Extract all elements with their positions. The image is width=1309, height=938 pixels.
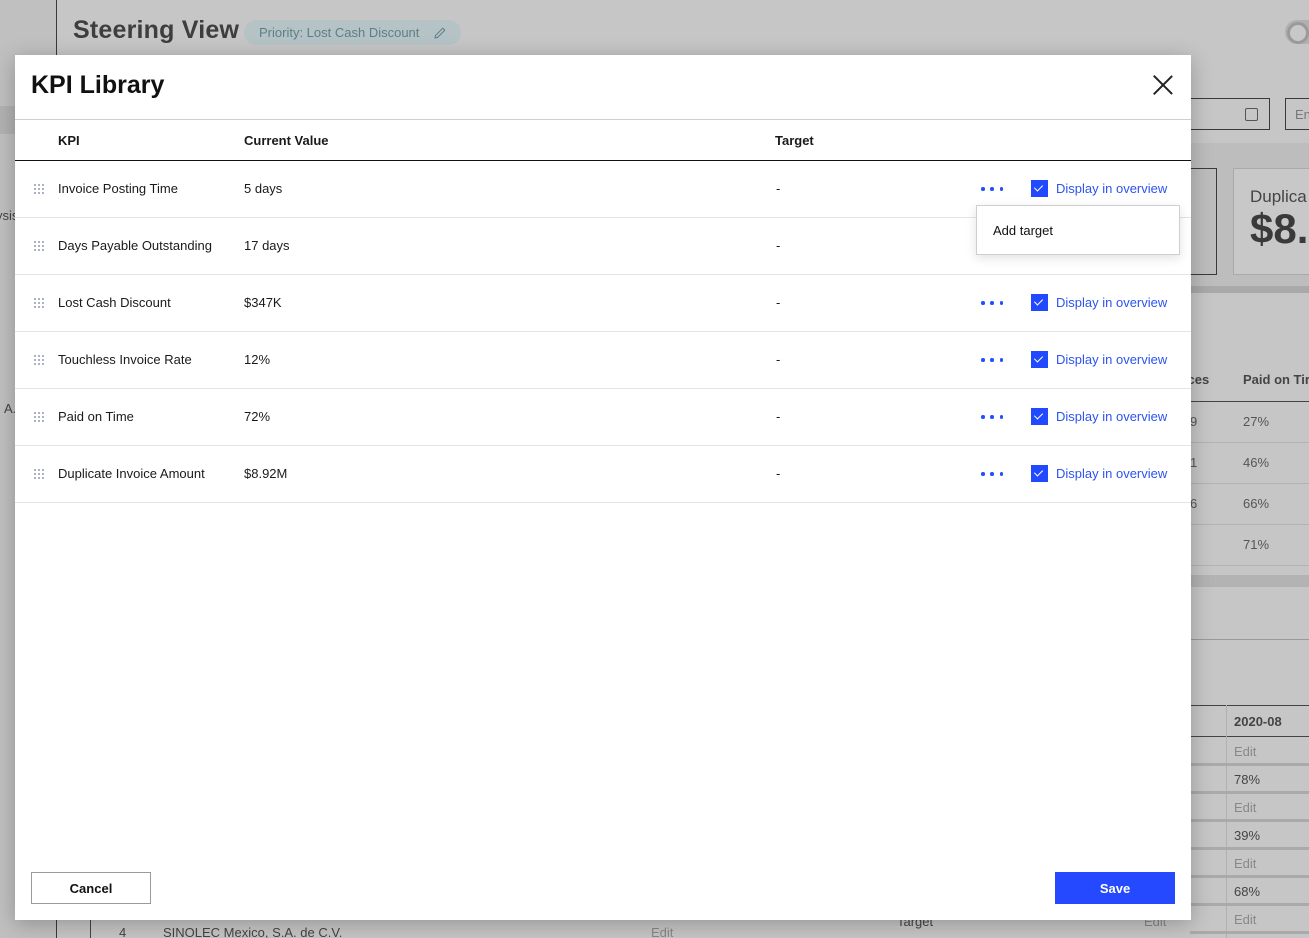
kpi-library-modal: KPI Library KPI Current Value Target Inv…	[15, 55, 1191, 920]
kpi-current-value: $8.92M	[244, 466, 288, 481]
cancel-button[interactable]: Cancel	[31, 872, 151, 904]
drag-handle-icon[interactable]	[34, 241, 44, 252]
kpi-row: Paid on Time 72% - Display in overview	[15, 389, 1191, 446]
column-header-kpi: KPI	[58, 133, 80, 148]
kpi-current-value: $347K	[244, 295, 282, 310]
priority-chip-label: Priority: Lost Cash Discount	[259, 25, 420, 40]
row-actions-menu: Add target	[976, 205, 1180, 255]
background-month-cell: 78%	[1190, 766, 1309, 794]
edit-link[interactable]: Edit	[1234, 856, 1256, 871]
background-cell: 27%	[1243, 414, 1270, 429]
close-icon[interactable]	[1153, 75, 1173, 95]
drag-handle-icon[interactable]	[34, 355, 44, 366]
display-in-overview-label[interactable]: Display in overview	[1056, 409, 1167, 424]
edit-link[interactable]: Edit	[1234, 800, 1256, 815]
background-vendor-row: 4 SINOLEC Mexico, S.A. de C.V. Edit Targ…	[90, 914, 1309, 938]
pencil-icon[interactable]	[433, 26, 447, 40]
more-options-icon[interactable]	[981, 466, 1003, 482]
drag-handle-icon[interactable]	[34, 412, 44, 423]
kpi-target: -	[776, 295, 781, 310]
kpi-target: -	[776, 409, 781, 424]
row-index: 4	[119, 925, 127, 938]
kpi-current-value: 12%	[244, 352, 271, 367]
kpi-row: Lost Cash Discount $347K - Display in overv…	[15, 275, 1191, 332]
background-month-cell[interactable]: Edit	[1190, 850, 1309, 878]
month-value: 78%	[1234, 772, 1261, 787]
kpi-name: Days Payable Outstanding	[58, 238, 212, 253]
more-options-icon[interactable]	[981, 352, 1003, 368]
drag-handle-icon[interactable]	[34, 184, 44, 195]
background-month-cell[interactable]: Edit	[1190, 738, 1309, 766]
kpi-target: -	[776, 466, 781, 481]
display-in-overview-checkbox[interactable]	[1031, 294, 1048, 311]
column-header-current-value: Current Value	[244, 133, 329, 148]
kpi-name: Touchless Invoice Rate	[58, 352, 192, 367]
drag-handle-icon[interactable]	[34, 298, 44, 309]
kpi-current-value: 5 days	[244, 181, 283, 196]
background-end-field[interactable]: En	[1285, 98, 1309, 130]
kpi-current-value: 72%	[244, 409, 271, 424]
kpi-row: Duplicate Invoice Amount $8.92M - Display i…	[15, 446, 1191, 503]
kpi-target: -	[776, 352, 781, 367]
kpi-card-label: Duplica	[1250, 187, 1307, 206]
background-cell: 6	[1190, 496, 1198, 511]
display-in-overview-label[interactable]: Display in overview	[1056, 295, 1167, 310]
background-cell: 66%	[1243, 496, 1270, 511]
modal-title: KPI Library	[31, 71, 165, 99]
month-label: 2020-08	[1234, 714, 1282, 729]
more-options-icon[interactable]	[981, 181, 1003, 197]
drag-handle-icon[interactable]	[34, 469, 44, 480]
background-cell: 71%	[1243, 537, 1270, 552]
display-in-overview-label[interactable]: Display in overview	[1056, 352, 1167, 367]
save-button[interactable]: Save	[1055, 872, 1175, 904]
column-header-target: Target	[775, 133, 814, 148]
display-in-overview-label[interactable]: Display in overview	[1056, 466, 1167, 481]
more-options-icon[interactable]	[981, 295, 1003, 311]
vendor-name: SINOLEC Mexico, S.A. de C.V.	[163, 925, 343, 938]
background-divider	[1180, 639, 1309, 640]
month-value: 39%	[1234, 828, 1261, 843]
display-in-overview-label[interactable]: Display in overview	[1056, 181, 1167, 196]
kpi-current-value: 17 days	[244, 238, 290, 253]
background-month-cell: 39%	[1190, 822, 1309, 850]
menu-item-add-target[interactable]: Add target	[993, 223, 1053, 238]
kpi-target: -	[776, 238, 781, 253]
kpi-card-value: $8.	[1250, 205, 1309, 252]
kpi-name: Lost Cash Discount	[58, 295, 171, 310]
edit-link[interactable]: Edit	[1234, 744, 1256, 759]
kpi-name: Invoice Posting Time	[58, 181, 178, 196]
background-month-cell: 68%	[1190, 878, 1309, 906]
background-column-header: Paid on Tir	[1243, 372, 1309, 387]
edit-link[interactable]: Edit	[651, 925, 673, 938]
background-cell: 1	[1190, 455, 1198, 470]
display-in-overview-checkbox[interactable]	[1031, 351, 1048, 368]
background-month-cell[interactable]: Edit	[1190, 794, 1309, 822]
modal-header: KPI Library	[15, 55, 1191, 120]
background-month-header: 2020-08	[1190, 705, 1309, 737]
display-in-overview-checkbox[interactable]	[1031, 180, 1048, 197]
kpi-target: -	[776, 181, 781, 196]
background-cell: 46%	[1243, 455, 1270, 470]
priority-chip[interactable]: Priority: Lost Cash Discount	[244, 20, 462, 45]
calendar-icon	[1245, 108, 1258, 121]
month-value: 68%	[1234, 884, 1261, 899]
background-kpi-card: Duplica $8.	[1233, 168, 1309, 275]
kpi-name: Paid on Time	[58, 409, 134, 424]
more-options-icon[interactable]	[981, 409, 1003, 425]
display-in-overview-checkbox[interactable]	[1031, 465, 1048, 482]
kpi-name: Duplicate Invoice Amount	[58, 466, 205, 481]
kpi-table-header: KPI Current Value Target	[15, 120, 1191, 161]
background-cell: 9	[1190, 414, 1198, 429]
display-in-overview-checkbox[interactable]	[1031, 408, 1048, 425]
background-toggle[interactable]	[1285, 20, 1309, 44]
page-title: Steering View	[73, 16, 240, 44]
kpi-row: Touchless Invoice Rate 12% - Display in ove…	[15, 332, 1191, 389]
